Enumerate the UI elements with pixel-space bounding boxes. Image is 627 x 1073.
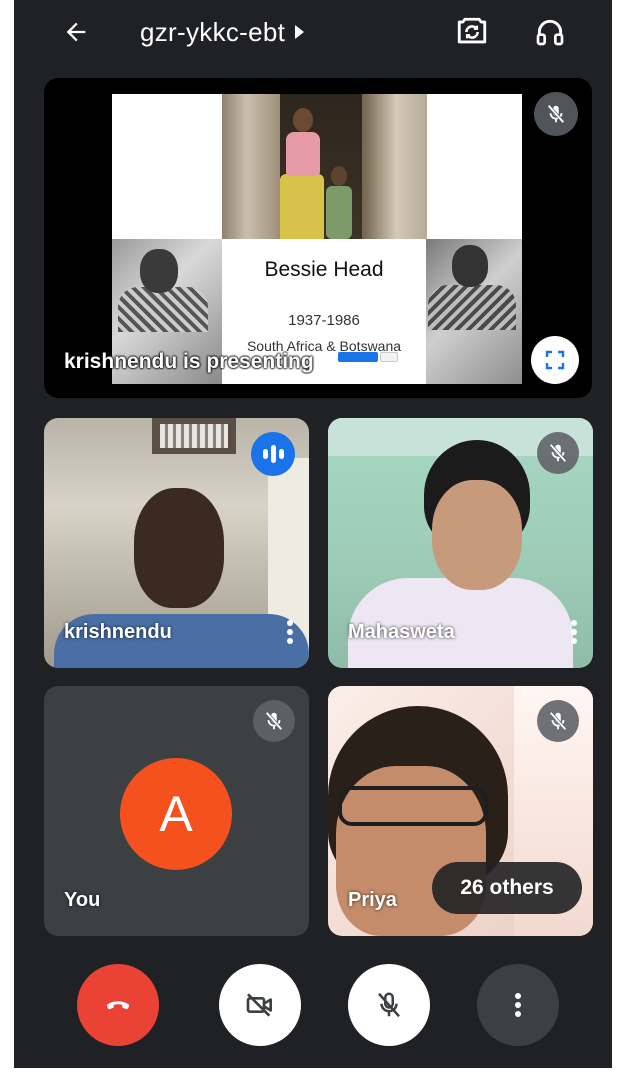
photo-figure [428, 285, 516, 330]
fullscreen-icon [545, 350, 565, 370]
avatar: A [120, 758, 232, 870]
shared-slide: Bessie Head 1937-1986 South Africa & Bot… [112, 94, 522, 384]
stop-sharing-bar [338, 352, 378, 362]
fullscreen-button[interactable] [531, 336, 579, 384]
slide-photo-right [426, 239, 522, 384]
others-button[interactable]: 26 others [432, 862, 582, 914]
speaking-indicator-icon [251, 432, 295, 476]
presenter-muted-indicator [534, 92, 578, 136]
participant-name: You [64, 889, 101, 911]
participant-tile-you[interactable]: A You [44, 686, 309, 936]
muted-indicator [253, 700, 295, 742]
photo-figure [286, 132, 320, 176]
phone-hangup-icon [106, 1001, 130, 1010]
more-options-button[interactable] [477, 964, 559, 1046]
leave-call-button[interactable] [77, 964, 159, 1046]
more-vertical-icon [515, 993, 521, 1017]
caret-right-icon [295, 25, 305, 39]
participant-name: Priya [348, 889, 397, 911]
mic-off-icon [378, 992, 400, 1018]
more-vertical-icon [287, 620, 293, 644]
more-vertical-icon [571, 620, 577, 644]
slide-photo-top [222, 94, 427, 239]
video-figure [432, 480, 522, 590]
photo-figure [331, 166, 347, 186]
video-figure [134, 488, 224, 608]
mic-toggle-button[interactable] [348, 964, 430, 1046]
hide-sharing-bar [380, 352, 398, 362]
photo-figure [140, 249, 178, 293]
mic-off-icon [547, 104, 565, 124]
mic-off-icon [549, 711, 567, 731]
switch-camera-button[interactable] [452, 12, 492, 52]
photo-figure [293, 108, 313, 132]
slide-years: 1937-1986 [288, 312, 360, 329]
muted-indicator [537, 700, 579, 742]
photo-figure [452, 245, 488, 287]
meeting-code: gzr-ykkc-ebt [140, 16, 286, 47]
meeting-title-button[interactable]: gzr-ykkc-ebt [140, 14, 305, 50]
photo-figure [280, 174, 324, 239]
presenting-label: krishnendu is presenting [64, 350, 314, 373]
meet-screen: gzr-ykkc-ebt Bessie Head 1937-1986 South… [14, 0, 612, 1068]
participant-more-button[interactable] [277, 612, 303, 652]
slide-title: Bessie Head [264, 258, 384, 281]
participant-name: Mahasweta [348, 621, 455, 643]
call-controls [14, 960, 612, 1050]
participant-tile-priya[interactable]: Priya 26 others [328, 686, 593, 936]
audio-output-button[interactable] [530, 12, 570, 52]
participant-tile-mahasweta[interactable]: Mahasweta [328, 418, 593, 668]
photo-figure [326, 186, 352, 239]
camera-off-icon [246, 993, 272, 1017]
video-figure [338, 786, 488, 826]
presentation-tile[interactable]: Bessie Head 1937-1986 South Africa & Bot… [44, 78, 592, 398]
muted-indicator [537, 432, 579, 474]
top-bar: gzr-ykkc-ebt [14, 0, 612, 66]
headphones-icon [536, 19, 564, 46]
participant-more-button[interactable] [561, 612, 587, 652]
mic-off-icon [549, 443, 567, 463]
participant-name: krishnendu [64, 621, 172, 643]
arrow-left-icon [66, 22, 86, 42]
camera-toggle-button[interactable] [219, 964, 301, 1046]
camera-switch-icon [457, 17, 487, 44]
participant-tile-krishnendu[interactable]: krishnendu [44, 418, 309, 668]
mic-off-icon [265, 711, 283, 731]
video-background [160, 424, 228, 448]
back-button[interactable] [58, 14, 94, 50]
photo-figure [118, 287, 208, 332]
